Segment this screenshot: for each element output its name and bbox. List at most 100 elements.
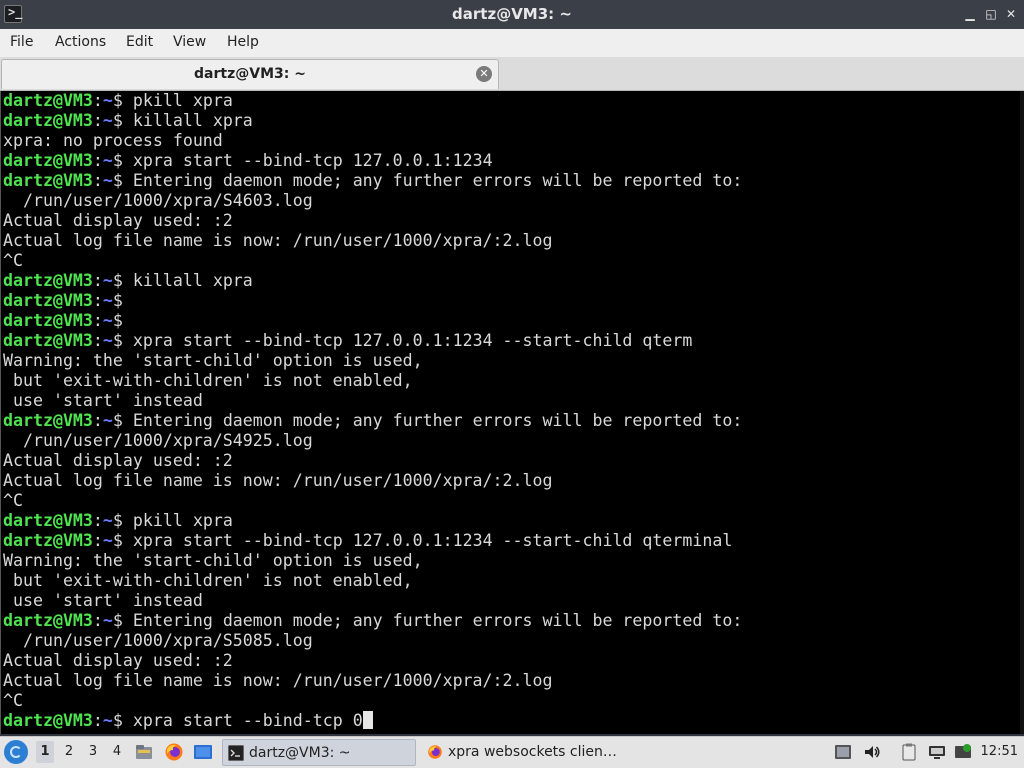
prompt-path: ~ <box>102 291 113 310</box>
menu-edit[interactable]: Edit <box>126 34 153 50</box>
clipboard-icon[interactable] <box>900 743 918 761</box>
terminal-output-line: Actual display used: :2 <box>3 451 233 470</box>
prompt-symbol: $ <box>112 611 133 630</box>
menu-file[interactable]: File <box>10 34 33 50</box>
tab-bar: dartz@VM3: ~ ✕ <box>0 57 1024 91</box>
volume-icon[interactable] <box>863 743 881 761</box>
window-titlebar[interactable]: >_ dartz@VM3: ~ ▁ ◱ ✕ <box>0 0 1024 29</box>
prompt-user: dartz@VM3 <box>3 171 93 190</box>
prompt-user: dartz@VM3 <box>3 111 93 130</box>
command-text: pkill xpra <box>132 511 233 530</box>
prompt-path: ~ <box>102 311 113 330</box>
prompt-separator: : <box>92 111 103 130</box>
screenshot-icon[interactable] <box>834 743 852 761</box>
taskbar: 1 2 3 4 dartz@VM3: ~ xpra websockets cli… <box>0 736 1024 768</box>
prompt-separator: : <box>92 531 103 550</box>
menu-view[interactable]: View <box>173 34 206 50</box>
prompt-user: dartz@VM3 <box>3 151 93 170</box>
command-text: xpra start --bind-tcp 127.0.0.1:1234 --s… <box>132 531 733 550</box>
terminal-output-line: use 'start' instead <box>3 591 203 610</box>
prompt-path: ~ <box>102 531 113 550</box>
terminal-output[interactable]: dartz@VM3:~$ pkill xpra dartz@VM3:~$ kill… <box>0 91 1024 734</box>
prompt-user: dartz@VM3 <box>3 331 93 350</box>
window-title: dartz@VM3: ~ <box>452 5 572 23</box>
prompt-path: ~ <box>102 151 113 170</box>
prompt-symbol: $ <box>112 711 133 730</box>
prompt-user: dartz@VM3 <box>3 311 93 330</box>
prompt-path: ~ <box>102 411 113 430</box>
close-icon[interactable]: ✕ <box>1003 6 1019 22</box>
update-icon[interactable] <box>954 743 972 761</box>
show-desktop-icon[interactable] <box>193 742 213 762</box>
prompt-separator: : <box>92 91 103 110</box>
prompt-symbol: $ <box>112 531 133 550</box>
terminal-scrollbar[interactable] <box>1020 91 1024 734</box>
prompt-separator: : <box>92 171 103 190</box>
prompt-symbol: $ <box>112 511 133 530</box>
task-firefox[interactable]: xpra websockets clien… <box>422 739 632 766</box>
menu-help[interactable]: Help <box>227 34 259 50</box>
terminal-output-line: Actual display used: :2 <box>3 651 233 670</box>
task-label: xpra websockets clien… <box>448 744 617 760</box>
prompt-separator: : <box>92 711 103 730</box>
command-text: xpra start --bind-tcp 127.0.0.1:1234 <box>132 151 493 170</box>
desktop-4[interactable]: 4 <box>108 741 126 763</box>
command-text: Entering daemon mode; any further errors… <box>132 171 743 190</box>
prompt-symbol: $ <box>112 271 133 290</box>
prompt-separator: : <box>92 611 103 630</box>
terminal-command-line: dartz@VM3:~$ xpra start --bind-tcp 127.0… <box>3 531 732 551</box>
prompt-separator: : <box>92 411 103 430</box>
prompt-symbol: $ <box>112 311 133 330</box>
terminal-command-line: dartz@VM3:~$ xpra start --bind-tcp 127.0… <box>3 151 493 171</box>
command-input[interactable]: xpra start --bind-tcp 0 <box>133 711 363 730</box>
prompt-path: ~ <box>102 331 113 350</box>
prompt-symbol: $ <box>112 331 133 350</box>
maximize-icon[interactable]: ◱ <box>983 6 999 22</box>
terminal-output-line: Actual display used: :2 <box>3 211 233 230</box>
desktop-1[interactable]: 1 <box>36 741 54 763</box>
prompt-path: ~ <box>102 271 113 290</box>
prompt-path: ~ <box>102 111 113 130</box>
task-label: dartz@VM3: ~ <box>249 745 351 761</box>
desktop-3[interactable]: 3 <box>84 741 102 763</box>
prompt-user: dartz@VM3 <box>3 711 93 730</box>
clock: 12:51 <box>980 744 1018 759</box>
command-text: Entering daemon mode; any further errors… <box>132 611 743 630</box>
terminal-output-line: Warning: the 'start-child' option is use… <box>3 351 423 370</box>
command-text: Entering daemon mode; any further errors… <box>132 411 743 430</box>
menu-bar: File Actions Edit View Help <box>0 29 1024 57</box>
task-terminal[interactable]: dartz@VM3: ~ <box>222 739 416 766</box>
terminal-output-line: ^C <box>3 691 23 710</box>
terminal-output-line: Actual log file name is now: /run/user/1… <box>3 471 553 490</box>
terminal-command-line: dartz@VM3:~$ Entering daemon mode; any f… <box>3 611 742 631</box>
terminal-output-line: ^C <box>3 491 23 510</box>
prompt-symbol: $ <box>112 91 133 110</box>
terminal-command-line: dartz@VM3:~$ xpra start --bind-tcp 0 <box>3 711 373 731</box>
tab-terminal[interactable]: dartz@VM3: ~ ✕ <box>1 59 499 89</box>
prompt-symbol: $ <box>112 291 133 310</box>
prompt-separator: : <box>92 311 103 330</box>
network-icon[interactable] <box>928 743 946 761</box>
terminal-command-line: dartz@VM3:~$ pkill xpra <box>3 91 233 111</box>
terminal-command-line: dartz@VM3:~$ Entering daemon mode; any f… <box>3 171 742 191</box>
firefox-icon[interactable] <box>164 742 184 762</box>
terminal-output-line: but 'exit-with-children' is not enabled, <box>3 571 413 590</box>
prompt-path: ~ <box>102 711 113 730</box>
desktop-2[interactable]: 2 <box>60 741 78 763</box>
prompt-separator: : <box>92 511 103 530</box>
prompt-symbol: $ <box>112 111 133 130</box>
prompt-user: dartz@VM3 <box>3 271 93 290</box>
minimize-icon[interactable]: ▁ <box>962 6 978 22</box>
prompt-user: dartz@VM3 <box>3 411 93 430</box>
tab-close-icon[interactable]: ✕ <box>476 66 492 82</box>
terminal-command-line: dartz@VM3:~$ <box>3 311 133 331</box>
prompt-separator: : <box>92 271 103 290</box>
prompt-symbol: $ <box>112 171 133 190</box>
start-menu-icon[interactable] <box>4 740 28 764</box>
file-manager-icon[interactable] <box>134 742 154 762</box>
menu-actions[interactable]: Actions <box>55 34 106 50</box>
terminal-icon <box>228 745 244 761</box>
prompt-user: dartz@VM3 <box>3 291 93 310</box>
prompt-path: ~ <box>102 511 113 530</box>
command-text: killall xpra <box>132 271 253 290</box>
